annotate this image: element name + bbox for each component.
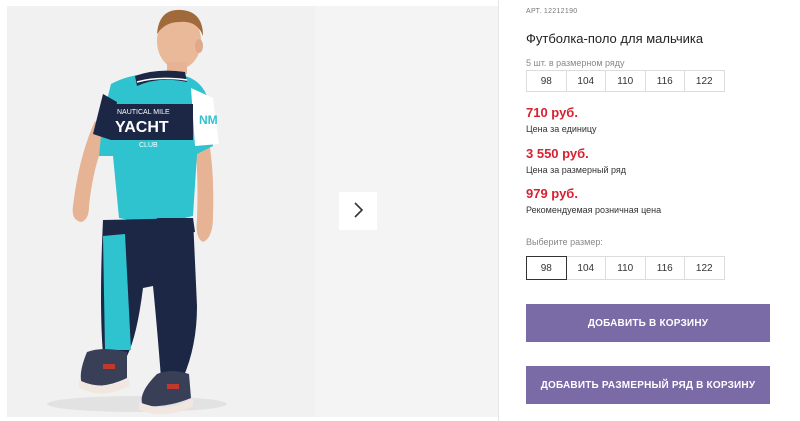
next-image-button[interactable] <box>339 192 377 230</box>
print-line2-text: YACHT <box>115 119 169 136</box>
retail-price: 979 руб. <box>526 186 578 201</box>
print-line1-text: NAUTICAL MILE <box>117 109 170 116</box>
product-title: Футболка-поло для мальчика <box>526 31 704 46</box>
pack-size-row: 98 104 110 116 122 <box>526 70 725 92</box>
product-photo[interactable]: NM NAUTICAL MILE YACHT CLUB <box>7 6 315 417</box>
boy-in-polo-illustration: NM NAUTICAL MILE YACHT CLUB <box>7 6 315 417</box>
add-size-range-button[interactable]: ДОБАВИТЬ РАЗМЕРНЫЙ РЯД В КОРЗИНУ <box>526 366 770 404</box>
article-number: АРТ. 12212190 <box>526 8 578 15</box>
unit-price: 710 руб. <box>526 105 578 120</box>
size-selector: 98 104 110 116 122 <box>526 256 725 280</box>
size-option-116[interactable]: 116 <box>644 256 685 280</box>
pack-size-cell: 122 <box>684 70 725 92</box>
size-select-label: Выберите размер: <box>526 237 603 247</box>
sleeve-print-text: NM <box>199 113 218 127</box>
pack-size-cell: 110 <box>605 70 646 92</box>
size-option-122[interactable]: 122 <box>684 256 725 280</box>
chevron-right-icon <box>351 201 365 222</box>
size-option-104[interactable]: 104 <box>565 256 606 280</box>
size-option-98[interactable]: 98 <box>526 256 567 280</box>
pack-size-cell: 98 <box>526 70 567 92</box>
range-price: 3 550 руб. <box>526 146 589 161</box>
add-to-cart-button[interactable]: ДОБАВИТЬ В КОРЗИНУ <box>526 304 770 342</box>
print-line3-text: CLUB <box>139 142 158 149</box>
pack-label: 5 шт. в размерном ряду <box>526 58 625 68</box>
divider <box>498 0 499 421</box>
pack-size-cell: 104 <box>565 70 606 92</box>
retail-price-note: Рекомендуемая розничная цена <box>526 205 662 215</box>
size-option-110[interactable]: 110 <box>605 256 646 280</box>
range-price-note: Цена за размерный ряд <box>526 165 627 175</box>
unit-price-note: Цена за единицу <box>526 124 597 134</box>
product-gallery: NM NAUTICAL MILE YACHT CLUB <box>0 0 500 421</box>
pack-size-cell: 116 <box>644 70 685 92</box>
